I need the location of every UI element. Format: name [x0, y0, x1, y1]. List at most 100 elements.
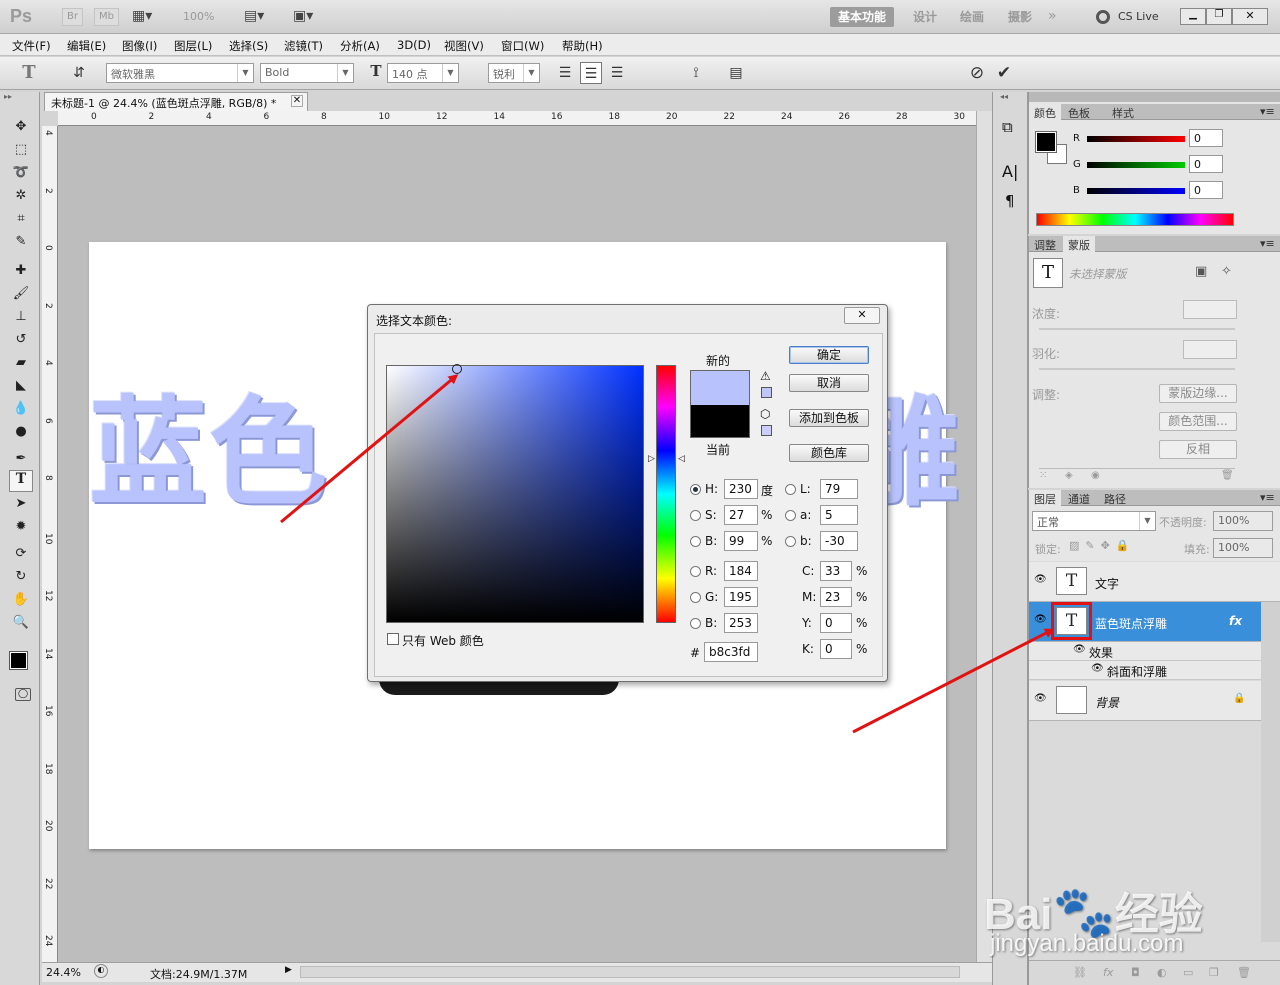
more-workspaces-icon[interactable]: »: [1048, 8, 1057, 24]
density-input[interactable]: [1183, 300, 1237, 319]
font-style-select[interactable]: Bold ▼: [260, 63, 354, 83]
color-spectrum-bar[interactable]: [1036, 213, 1234, 226]
color-picker-cursor[interactable]: [452, 364, 462, 374]
blur-tool-icon[interactable]: 💧: [9, 398, 33, 420]
load-selection-icon[interactable]: ⁙: [1039, 470, 1047, 481]
text-orientation-icon[interactable]: ⇵: [68, 62, 90, 84]
new-group-icon[interactable]: ▭: [1183, 966, 1193, 979]
web-safe-cube-icon[interactable]: ⬡: [760, 407, 770, 421]
workspace-photography[interactable]: 摄影: [1008, 7, 1032, 27]
vertical-scrollbar[interactable]: [976, 111, 992, 962]
adjustment-layer-icon[interactable]: ◐: [1157, 966, 1167, 979]
saturation-brightness-field[interactable]: [386, 364, 644, 623]
c-input[interactable]: 33: [820, 561, 852, 581]
out-of-gamut-warning-icon[interactable]: ⚠: [760, 369, 771, 383]
minimize-button[interactable]: ▁: [1180, 8, 1206, 25]
fill-input[interactable]: 100%: [1213, 538, 1273, 558]
history-panel-icon[interactable]: ⧉: [1002, 118, 1013, 136]
lab-b-input[interactable]: -30: [820, 531, 858, 551]
warp-text-icon[interactable]: ⟟: [685, 62, 707, 84]
feather-slider[interactable]: [1039, 368, 1235, 370]
align-left-icon[interactable]: ☰: [554, 62, 576, 84]
web-safe-swatch[interactable]: [761, 425, 772, 436]
r-input[interactable]: 184: [724, 561, 758, 581]
marquee-tool-icon[interactable]: ⬚: [9, 139, 33, 161]
h-input[interactable]: 230: [724, 479, 758, 499]
horizontal-scrollbar[interactable]: [300, 966, 960, 978]
bevel-emboss-row[interactable]: 👁 斜面和浮雕: [1029, 661, 1261, 680]
a-input[interactable]: 5: [820, 505, 858, 525]
layer-row[interactable]: 👁 背景 🔒: [1029, 681, 1280, 721]
tab-swatches[interactable]: 色板: [1063, 104, 1095, 120]
blue-value-input[interactable]: 0: [1189, 181, 1223, 199]
delete-layer-icon[interactable]: 🗑: [1237, 966, 1251, 979]
dialog-close-button[interactable]: ✕: [844, 307, 880, 324]
paint-bucket-tool-icon[interactable]: ◣: [9, 375, 33, 397]
commit-edit-icon[interactable]: ✔: [993, 62, 1015, 84]
add-style-icon[interactable]: fx: [1103, 966, 1113, 979]
quick-select-tool-icon[interactable]: ✲: [9, 185, 33, 207]
menu-window[interactable]: 窗口(W): [501, 38, 544, 54]
clone-stamp-tool-icon[interactable]: ⊥: [9, 306, 33, 328]
blue-radio[interactable]: [690, 618, 701, 629]
arrange-documents-icon[interactable]: ▤▾: [244, 8, 264, 24]
quick-mask-icon[interactable]: ◯: [15, 688, 31, 701]
m-input[interactable]: 23: [820, 587, 852, 607]
b-input[interactable]: 99: [724, 531, 758, 551]
blend-mode-select[interactable]: 正常 ▼: [1032, 511, 1156, 531]
workspace-essentials[interactable]: 基本功能: [830, 7, 895, 27]
g-radio[interactable]: [690, 592, 701, 603]
new-layer-icon[interactable]: ❐: [1209, 966, 1219, 979]
3d-rotate-tool-icon[interactable]: ⟳: [9, 543, 33, 565]
menu-analysis[interactable]: 分析(A): [340, 38, 380, 54]
current-color-swatch[interactable]: [691, 405, 749, 437]
view-extras-icon[interactable]: ▦▾: [132, 8, 152, 24]
menu-file[interactable]: 文件(F): [12, 38, 51, 54]
h-radio[interactable]: [690, 484, 701, 495]
crop-tool-icon[interactable]: ⌗: [9, 208, 33, 230]
hue-slider[interactable]: [656, 365, 676, 623]
mask-edge-button[interactable]: 蒙版边缘...: [1159, 384, 1237, 403]
lock-options-icons[interactable]: ▨✎✥🔒: [1069, 539, 1136, 552]
tab-adjustments[interactable]: 调整: [1029, 236, 1061, 252]
screen-mode-icon[interactable]: ▣▾: [293, 8, 313, 24]
red-slider[interactable]: [1087, 136, 1185, 142]
r-radio[interactable]: [690, 566, 701, 577]
add-pixel-mask-icon[interactable]: ▣: [1195, 264, 1207, 279]
character-panel-icon[interactable]: A|: [1002, 162, 1018, 181]
layer-row[interactable]: 👁 T 文字: [1029, 562, 1280, 602]
history-brush-tool-icon[interactable]: ↺: [9, 329, 33, 351]
panel-menu-icon[interactable]: ▾≡: [1255, 236, 1280, 252]
color-libraries-button[interactable]: 颜色库: [789, 444, 869, 462]
menu-3d[interactable]: 3D(D): [397, 38, 431, 52]
menu-edit[interactable]: 编辑(E): [67, 38, 106, 54]
healing-brush-tool-icon[interactable]: ✚: [9, 260, 33, 282]
density-slider[interactable]: [1039, 328, 1235, 330]
status-info-icon[interactable]: ◐: [94, 964, 108, 978]
tab-color[interactable]: 颜色: [1029, 104, 1061, 120]
panel-menu-icon[interactable]: ▾≡: [1255, 490, 1280, 506]
expand-panels-icon[interactable]: ◂◂: [1000, 92, 1008, 101]
foreground-swatch[interactable]: [1035, 131, 1057, 153]
ok-button[interactable]: 确定: [789, 346, 869, 364]
tab-layers[interactable]: 图层: [1029, 490, 1061, 506]
layer-name[interactable]: 背景: [1095, 694, 1119, 711]
zoom-level-dropdown[interactable]: 100%: [183, 10, 214, 23]
s-radio[interactable]: [690, 510, 701, 521]
blue-slider[interactable]: [1087, 188, 1185, 194]
tab-masks[interactable]: 蒙版: [1063, 236, 1095, 252]
add-vector-mask-icon[interactable]: ✧: [1221, 264, 1232, 279]
dodge-tool-icon[interactable]: ●: [9, 421, 33, 443]
mini-bridge-button[interactable]: Mb: [94, 8, 119, 26]
color-range-button[interactable]: 颜色范围...: [1159, 412, 1237, 431]
eye-icon[interactable]: 👁: [1034, 614, 1047, 625]
move-tool-icon[interactable]: ✥: [9, 116, 33, 138]
text-layer-thumbnail[interactable]: T: [1051, 602, 1092, 640]
pen-tool-icon[interactable]: ✒: [9, 448, 33, 470]
layer-row-selected[interactable]: 👁 T 蓝色斑点浮雕 fx: [1029, 602, 1280, 642]
restore-button[interactable]: ❐: [1206, 8, 1232, 25]
fx-badge[interactable]: fx: [1229, 614, 1242, 628]
gamut-swatch[interactable]: [761, 387, 772, 398]
k-input[interactable]: 0: [820, 639, 852, 659]
l-input[interactable]: 79: [820, 479, 858, 499]
